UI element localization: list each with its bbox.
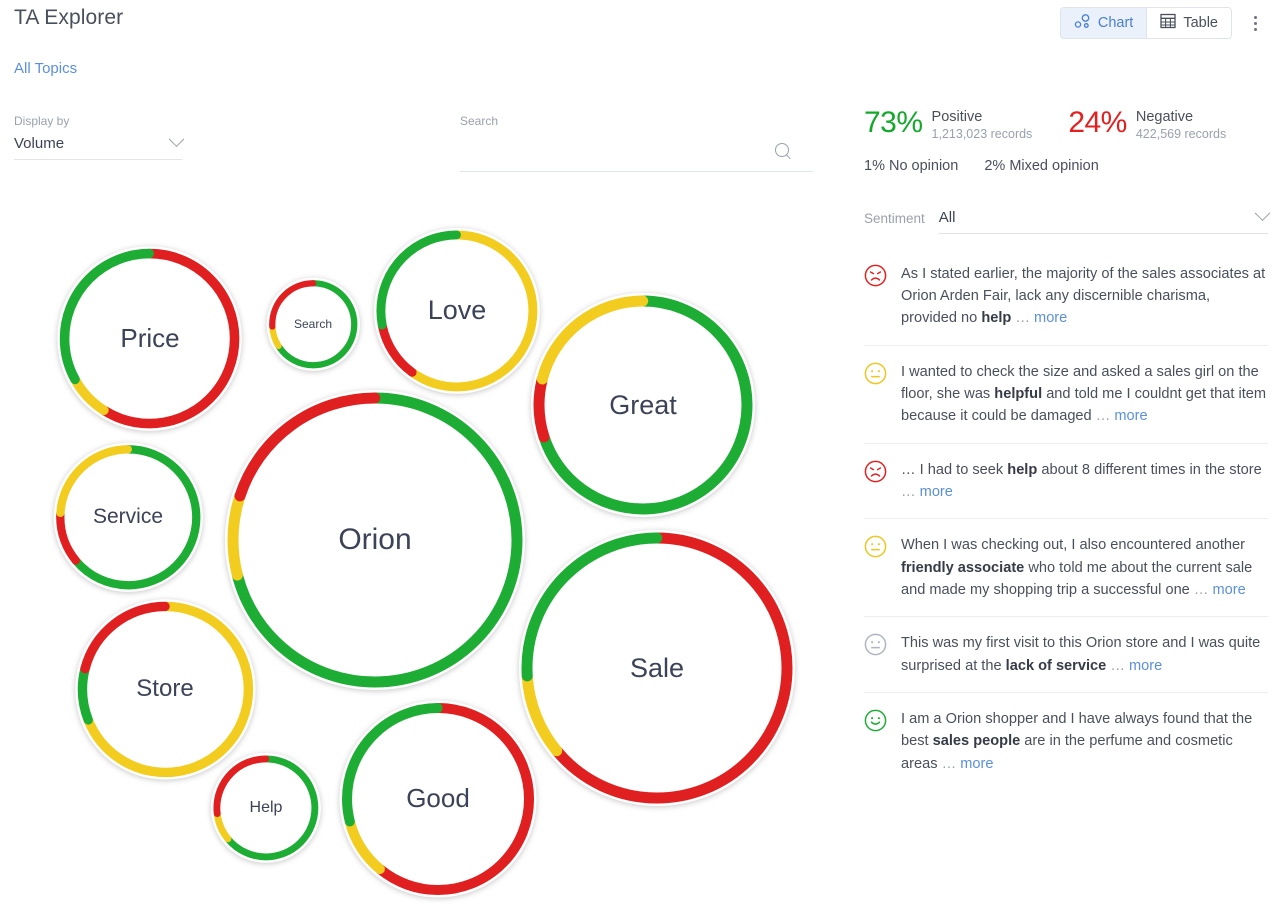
negative-records: 422,569 records — [1135, 126, 1227, 141]
topic-bubble-search[interactable]: Search — [260, 271, 367, 378]
comment-more-link[interactable]: more — [960, 756, 993, 772]
comment-ellipsis: … — [937, 755, 961, 772]
kebab-menu-icon[interactable] — [1246, 11, 1264, 35]
topic-bubble-good[interactable]: Good — [331, 692, 545, 904]
topic-bubble-great[interactable]: Great — [522, 284, 764, 526]
sentiment-filter-label: Sentiment — [864, 210, 925, 226]
search-icon[interactable] — [775, 143, 793, 161]
display-by-field: Display by Volume — [14, 114, 185, 160]
tab-table-label: Table — [1183, 15, 1218, 31]
comments-list: As I stated earlier, the majority of the… — [864, 248, 1268, 790]
comment-more-link[interactable]: more — [1129, 658, 1162, 674]
stat-positive: 73% Positive 1,213,023 records — [864, 108, 1032, 141]
sentiment-filter-value: All — [938, 208, 956, 226]
sentiment-panel: 73% Positive 1,213,023 records 24% Negat… — [864, 108, 1271, 790]
page-title: TA Explorer — [14, 6, 124, 29]
sentiment-positive-face-icon — [864, 709, 887, 732]
comment-item: I am a Orion shopper and I have always f… — [864, 693, 1268, 790]
comment-text: I am a Orion shopper and I have always f… — [901, 710, 1253, 772]
comment-item: When I was checking out, I also encounte… — [864, 519, 1268, 618]
sentiment-neutral-face-icon — [864, 633, 887, 656]
comment-ellipsis: … — [1106, 657, 1129, 674]
comment-more-link[interactable]: more — [920, 484, 953, 500]
sentiment-mixed-face-icon — [864, 362, 887, 385]
table-grid-icon — [1160, 13, 1176, 33]
topic-bubble-chart: Price Search Love Great Service Orion Store Sal… — [0, 195, 845, 904]
comment-ellipsis: … — [901, 483, 920, 500]
topic-bubble-help[interactable]: Help — [204, 746, 328, 870]
sentiment-negative-face-icon — [864, 264, 887, 287]
secondary-stats: 1% No opinion 2% Mixed opinion — [864, 158, 1268, 174]
comment-item: This was my first visit to this Orion st… — [864, 617, 1268, 693]
sentiment-filter-select[interactable]: All — [938, 205, 1271, 234]
breadcrumb[interactable]: All Topics — [14, 60, 77, 77]
tab-table[interactable]: Table — [1147, 8, 1231, 38]
positive-label: Positive — [931, 109, 983, 125]
comment-ellipsis: … — [1189, 581, 1213, 598]
topic-bubble-service[interactable]: Service — [46, 435, 211, 600]
mixed-opinion-stat: 2% Mixed opinion — [984, 157, 1099, 174]
view-toggle[interactable]: Chart Table — [1059, 7, 1232, 39]
search-input[interactable] — [460, 133, 813, 171]
display-by-select[interactable]: Volume — [14, 131, 185, 160]
sentiment-negative-face-icon — [864, 460, 887, 483]
search-line[interactable] — [460, 133, 813, 172]
comment-ellipsis: … — [1011, 310, 1035, 327]
comment-item: … I had to seek help about 8 different t… — [864, 444, 1268, 520]
comment-more-link[interactable]: more — [1213, 582, 1246, 598]
comment-more-link[interactable]: more — [1034, 310, 1067, 326]
display-by-value: Volume — [14, 135, 65, 152]
positive-records: 1,213,023 records — [931, 126, 1033, 141]
topic-bubble-sale[interactable]: Sale — [510, 521, 804, 815]
positive-percent: 73% — [864, 106, 923, 139]
comment-ellipsis: … — [1091, 408, 1115, 425]
tab-chart-label: Chart — [1097, 15, 1134, 31]
stat-negative: 24% Negative 422,569 records — [1068, 108, 1226, 141]
comment-item: I wanted to check the size and asked a s… — [864, 346, 1268, 444]
negative-label: Negative — [1135, 109, 1194, 125]
chart-bubble-icon — [1074, 13, 1091, 33]
negative-percent: 24% — [1068, 106, 1127, 139]
ta-explorer-page: TA Explorer Chart Table All Topics Displ… — [0, 0, 1280, 904]
search-field: Search — [460, 114, 813, 172]
topic-bubble-love[interactable]: Love — [366, 220, 548, 402]
comment-item: As I stated earlier, the majority of the… — [864, 248, 1268, 346]
comment-text: I wanted to check the size and asked a s… — [901, 363, 1267, 425]
display-by-label: Display by — [14, 114, 70, 128]
comment-text: … I had to seek help about 8 different t… — [901, 461, 1262, 500]
topic-bubble-orion[interactable]: Orion — [216, 381, 534, 699]
sentiment-filter: Sentiment All — [864, 205, 1271, 234]
comment-text: As I stated earlier, the majority of the… — [901, 265, 1266, 327]
comment-text: This was my first visit to this Orion st… — [901, 635, 1261, 674]
sentiment-mixed-face-icon — [864, 535, 887, 558]
search-label: Search — [460, 114, 499, 128]
summary-stats: 73% Positive 1,213,023 records 24% Negat… — [864, 108, 1268, 141]
comment-text: When I was checking out, I also encounte… — [901, 537, 1253, 598]
tab-chart[interactable]: Chart — [1060, 8, 1147, 38]
no-opinion-stat: 1% No opinion — [864, 157, 959, 174]
chevron-down-icon — [1254, 205, 1271, 221]
chevron-down-icon — [168, 131, 185, 148]
comment-more-link[interactable]: more — [1114, 408, 1147, 424]
